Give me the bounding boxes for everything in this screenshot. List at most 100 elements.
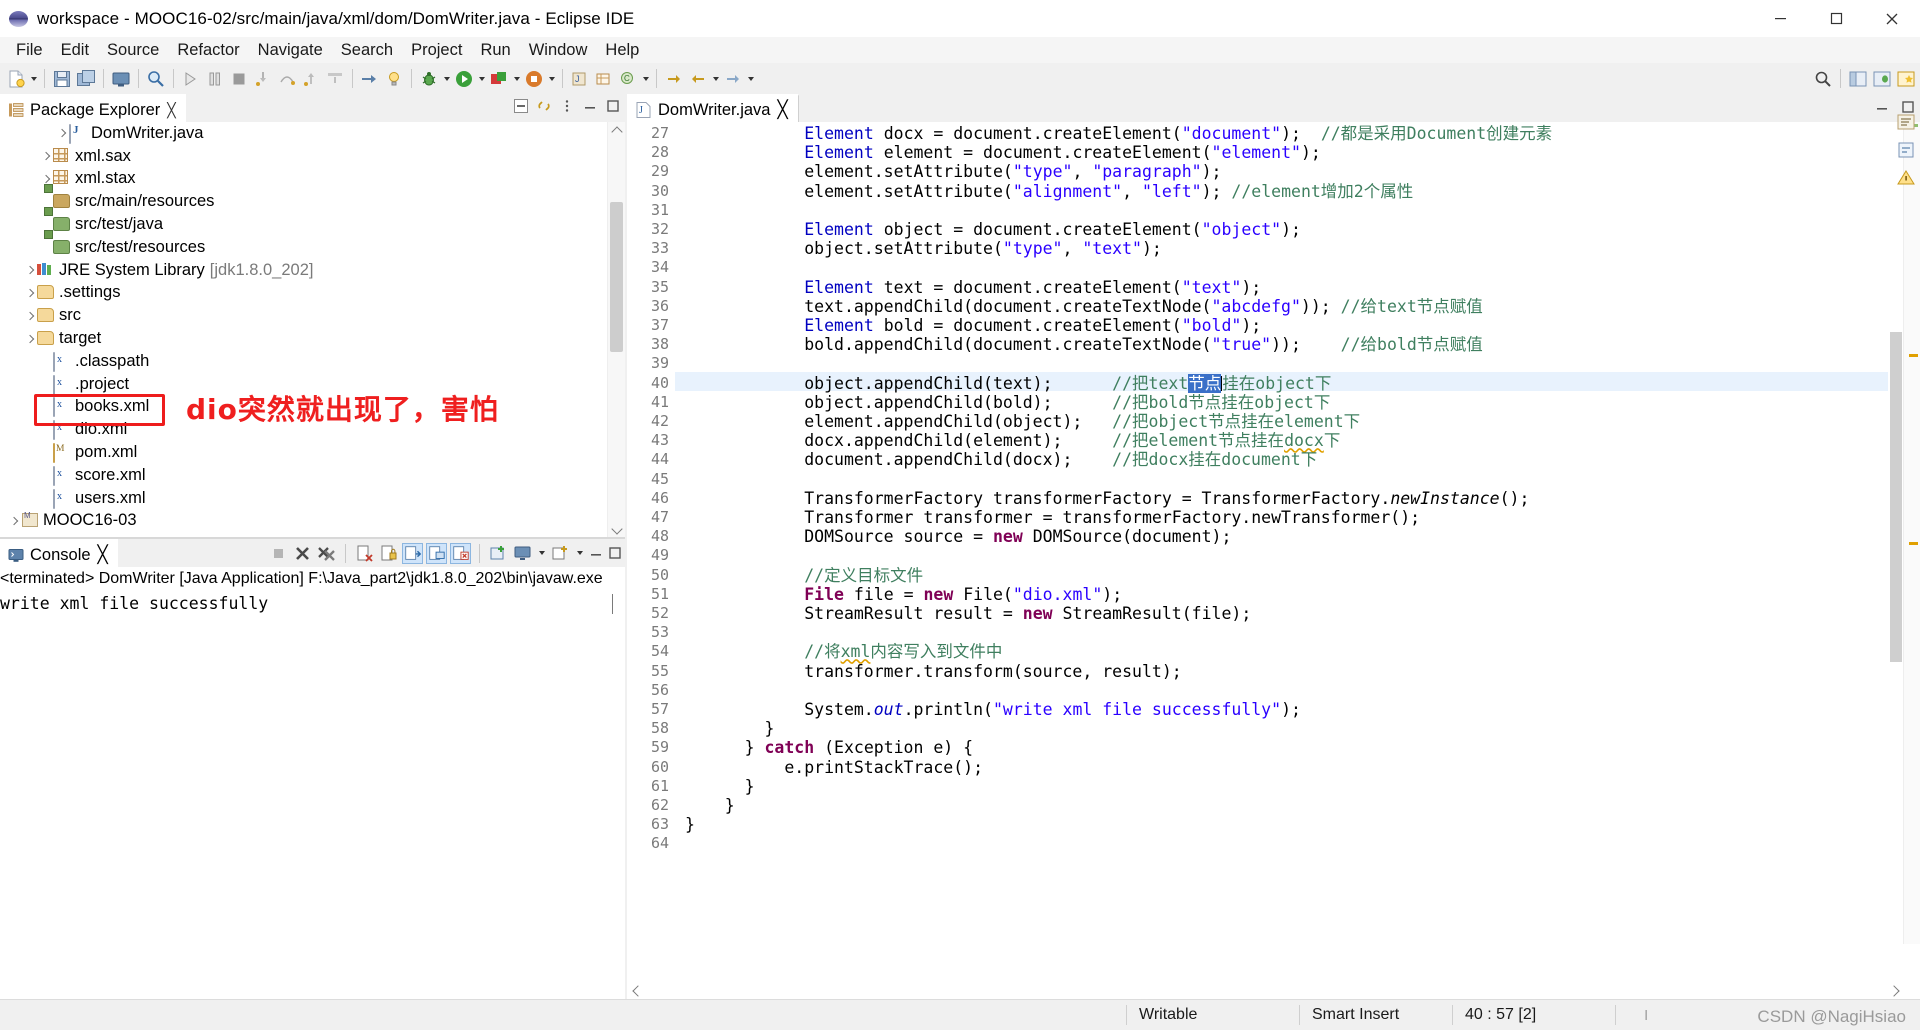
code-line[interactable]: //定义目标文件 bbox=[685, 566, 923, 585]
remove-launch-icon[interactable] bbox=[292, 543, 313, 564]
search-toolbar-icon[interactable] bbox=[145, 68, 167, 90]
menu-window[interactable]: Window bbox=[520, 39, 597, 62]
perspective-debug-icon[interactable] bbox=[1871, 68, 1893, 90]
tree-item[interactable]: target bbox=[0, 327, 608, 350]
tree-item[interactable]: .classpath bbox=[0, 350, 608, 373]
tree-item[interactable]: src/test/resources bbox=[0, 229, 608, 259]
task-list-fastview-icon[interactable] bbox=[1896, 140, 1918, 164]
coverage-icon[interactable] bbox=[523, 68, 545, 90]
maximize-view-icon[interactable] bbox=[605, 98, 621, 114]
hscroll-left-icon[interactable] bbox=[628, 983, 644, 998]
tree-item[interactable]: M MOOC16-03 bbox=[0, 510, 608, 533]
editor-scrollbar-thumb[interactable] bbox=[1890, 332, 1902, 662]
console-view-icon[interactable] bbox=[110, 68, 132, 90]
editor-overview-ruler[interactable] bbox=[1903, 122, 1920, 944]
menu-edit[interactable]: Edit bbox=[52, 39, 98, 62]
code-line[interactable]: text.appendChild(document.createTextNode… bbox=[685, 297, 1483, 316]
clear-console-icon[interactable] bbox=[354, 543, 375, 564]
new-class-dropdown-icon[interactable] bbox=[640, 68, 651, 90]
problems-fastview-icon[interactable] bbox=[1896, 168, 1918, 192]
maximize-button[interactable] bbox=[1808, 0, 1864, 37]
menu-help[interactable]: Help bbox=[596, 39, 648, 62]
new-dropdown-icon[interactable] bbox=[28, 68, 39, 90]
package-explorer-scrollbar[interactable] bbox=[607, 122, 625, 539]
editor-code-area[interactable]: 27 28 29 30 31 32 33 34 35 36 37 38 39 40 41 42 43 44 45 46… bbox=[627, 122, 1920, 960]
tree-item[interactable]: xml.stax bbox=[0, 168, 608, 191]
minimize-button[interactable] bbox=[1752, 0, 1808, 37]
chevron-right-icon[interactable] bbox=[24, 305, 37, 327]
code-line[interactable]: StreamResult result = new StreamResult(f… bbox=[685, 604, 1251, 623]
console-close-icon[interactable]: ╳ bbox=[98, 545, 108, 565]
console-output[interactable]: write xml file successfully bbox=[0, 590, 608, 1004]
new-console-view-icon[interactable] bbox=[550, 543, 571, 564]
maximize-console-icon[interactable] bbox=[607, 545, 623, 561]
chevron-right-icon[interactable] bbox=[24, 328, 37, 350]
open-type-icon[interactable] bbox=[359, 68, 381, 90]
open-perspective-icon[interactable] bbox=[1895, 68, 1917, 90]
code-line[interactable]: object.setAttribute("type", "text"); bbox=[685, 239, 1162, 258]
menu-file[interactable]: File bbox=[7, 39, 52, 62]
tree-item[interactable]: JRE System Library [jdk1.8.0_202] bbox=[0, 259, 608, 282]
remove-all-terminated-icon[interactable] bbox=[316, 543, 337, 564]
step-over-icon[interactable] bbox=[276, 68, 298, 90]
code-line[interactable]: //将xml内容写入到文件中 bbox=[685, 642, 1002, 661]
display-selected-console-icon[interactable] bbox=[450, 542, 471, 564]
code-line[interactable]: element.appendChild(object); //把object节点… bbox=[685, 412, 1360, 431]
save-all-icon[interactable] bbox=[75, 68, 97, 90]
run-external-tools-icon[interactable] bbox=[488, 68, 510, 90]
step-into-icon[interactable] bbox=[252, 68, 274, 90]
console-scroll-up-icon[interactable] bbox=[612, 594, 613, 614]
debug-bug-icon[interactable] bbox=[418, 68, 440, 90]
tree-item[interactable]: DomWriter.java bbox=[0, 122, 608, 145]
editor-horizontal-scroll-row[interactable] bbox=[627, 982, 1920, 1000]
chevron-right-icon[interactable] bbox=[24, 282, 37, 304]
minimize-editor-icon[interactable] bbox=[1874, 99, 1890, 115]
forward-icon[interactable] bbox=[722, 68, 744, 90]
code-line[interactable]: } bbox=[685, 796, 735, 815]
new-package-icon[interactable] bbox=[593, 68, 615, 90]
save-icon[interactable] bbox=[51, 68, 73, 90]
view-menu-icon[interactable] bbox=[559, 98, 575, 114]
stop-icon[interactable] bbox=[228, 68, 250, 90]
debug-step-icon[interactable] bbox=[180, 68, 202, 90]
debug-dropdown-icon[interactable] bbox=[441, 68, 452, 90]
code-line[interactable]: object.appendChild(text); //把text节点挂在obj… bbox=[685, 373, 1331, 393]
editor-source-text[interactable]: Element docx = document.createElement("d… bbox=[675, 122, 1890, 960]
external-tools-dropdown-icon[interactable] bbox=[511, 68, 522, 90]
code-line[interactable]: System.out.println("write xml file succe… bbox=[685, 700, 1301, 719]
menu-search[interactable]: Search bbox=[332, 39, 402, 62]
back-icon[interactable] bbox=[687, 68, 709, 90]
new-console-dropdown-icon[interactable] bbox=[574, 542, 585, 564]
package-explorer-tree[interactable]: DomWriter.java xml.sax xml.stax src/main/re… bbox=[0, 122, 625, 539]
back-dropdown-icon[interactable] bbox=[710, 68, 721, 90]
code-line[interactable]: } bbox=[685, 719, 774, 738]
new-icon[interactable] bbox=[5, 68, 27, 90]
code-line[interactable]: transformer.transform(source, result); bbox=[685, 662, 1182, 681]
minimize-view-icon[interactable] bbox=[582, 98, 598, 114]
menu-refactor[interactable]: Refactor bbox=[168, 39, 248, 62]
new-class-icon[interactable]: C bbox=[617, 68, 639, 90]
tree-item[interactable]: src/test/java bbox=[0, 207, 608, 236]
tree-item[interactable]: xml.sax bbox=[0, 145, 608, 168]
package-explorer-close-icon[interactable]: ╳ bbox=[167, 102, 175, 119]
console-display-icon[interactable] bbox=[512, 543, 533, 564]
editor-horizontal-scrollbar[interactable] bbox=[645, 984, 1886, 997]
menu-navigate[interactable]: Navigate bbox=[249, 39, 332, 62]
run-icon[interactable] bbox=[453, 68, 475, 90]
chevron-right-icon[interactable] bbox=[8, 510, 21, 532]
code-line[interactable]: document.appendChild(docx); //把docx挂在doc… bbox=[685, 450, 1317, 469]
quick-fix-icon[interactable] bbox=[383, 68, 405, 90]
scrollbar-thumb[interactable] bbox=[610, 202, 623, 352]
tree-item[interactable]: src/main/resources bbox=[0, 184, 608, 213]
tree-item[interactable]: src bbox=[0, 304, 608, 327]
editor-vertical-scrollbar[interactable] bbox=[1888, 122, 1904, 944]
code-line[interactable]: } catch (Exception e) { bbox=[685, 738, 974, 757]
code-line[interactable]: docx.appendChild(element); //把element节点挂… bbox=[685, 431, 1340, 450]
code-line[interactable]: Element object = document.createElement(… bbox=[685, 220, 1301, 239]
collapse-all-icon[interactable] bbox=[513, 98, 529, 114]
console-display-dropdown-icon[interactable] bbox=[536, 542, 547, 564]
code-line[interactable]: File file = new File("dio.xml"); bbox=[685, 585, 1122, 604]
code-line[interactable]: bold.appendChild(document.createTextNode… bbox=[685, 335, 1483, 354]
scroll-up-icon[interactable] bbox=[608, 122, 625, 139]
terminate-icon[interactable] bbox=[268, 543, 289, 564]
